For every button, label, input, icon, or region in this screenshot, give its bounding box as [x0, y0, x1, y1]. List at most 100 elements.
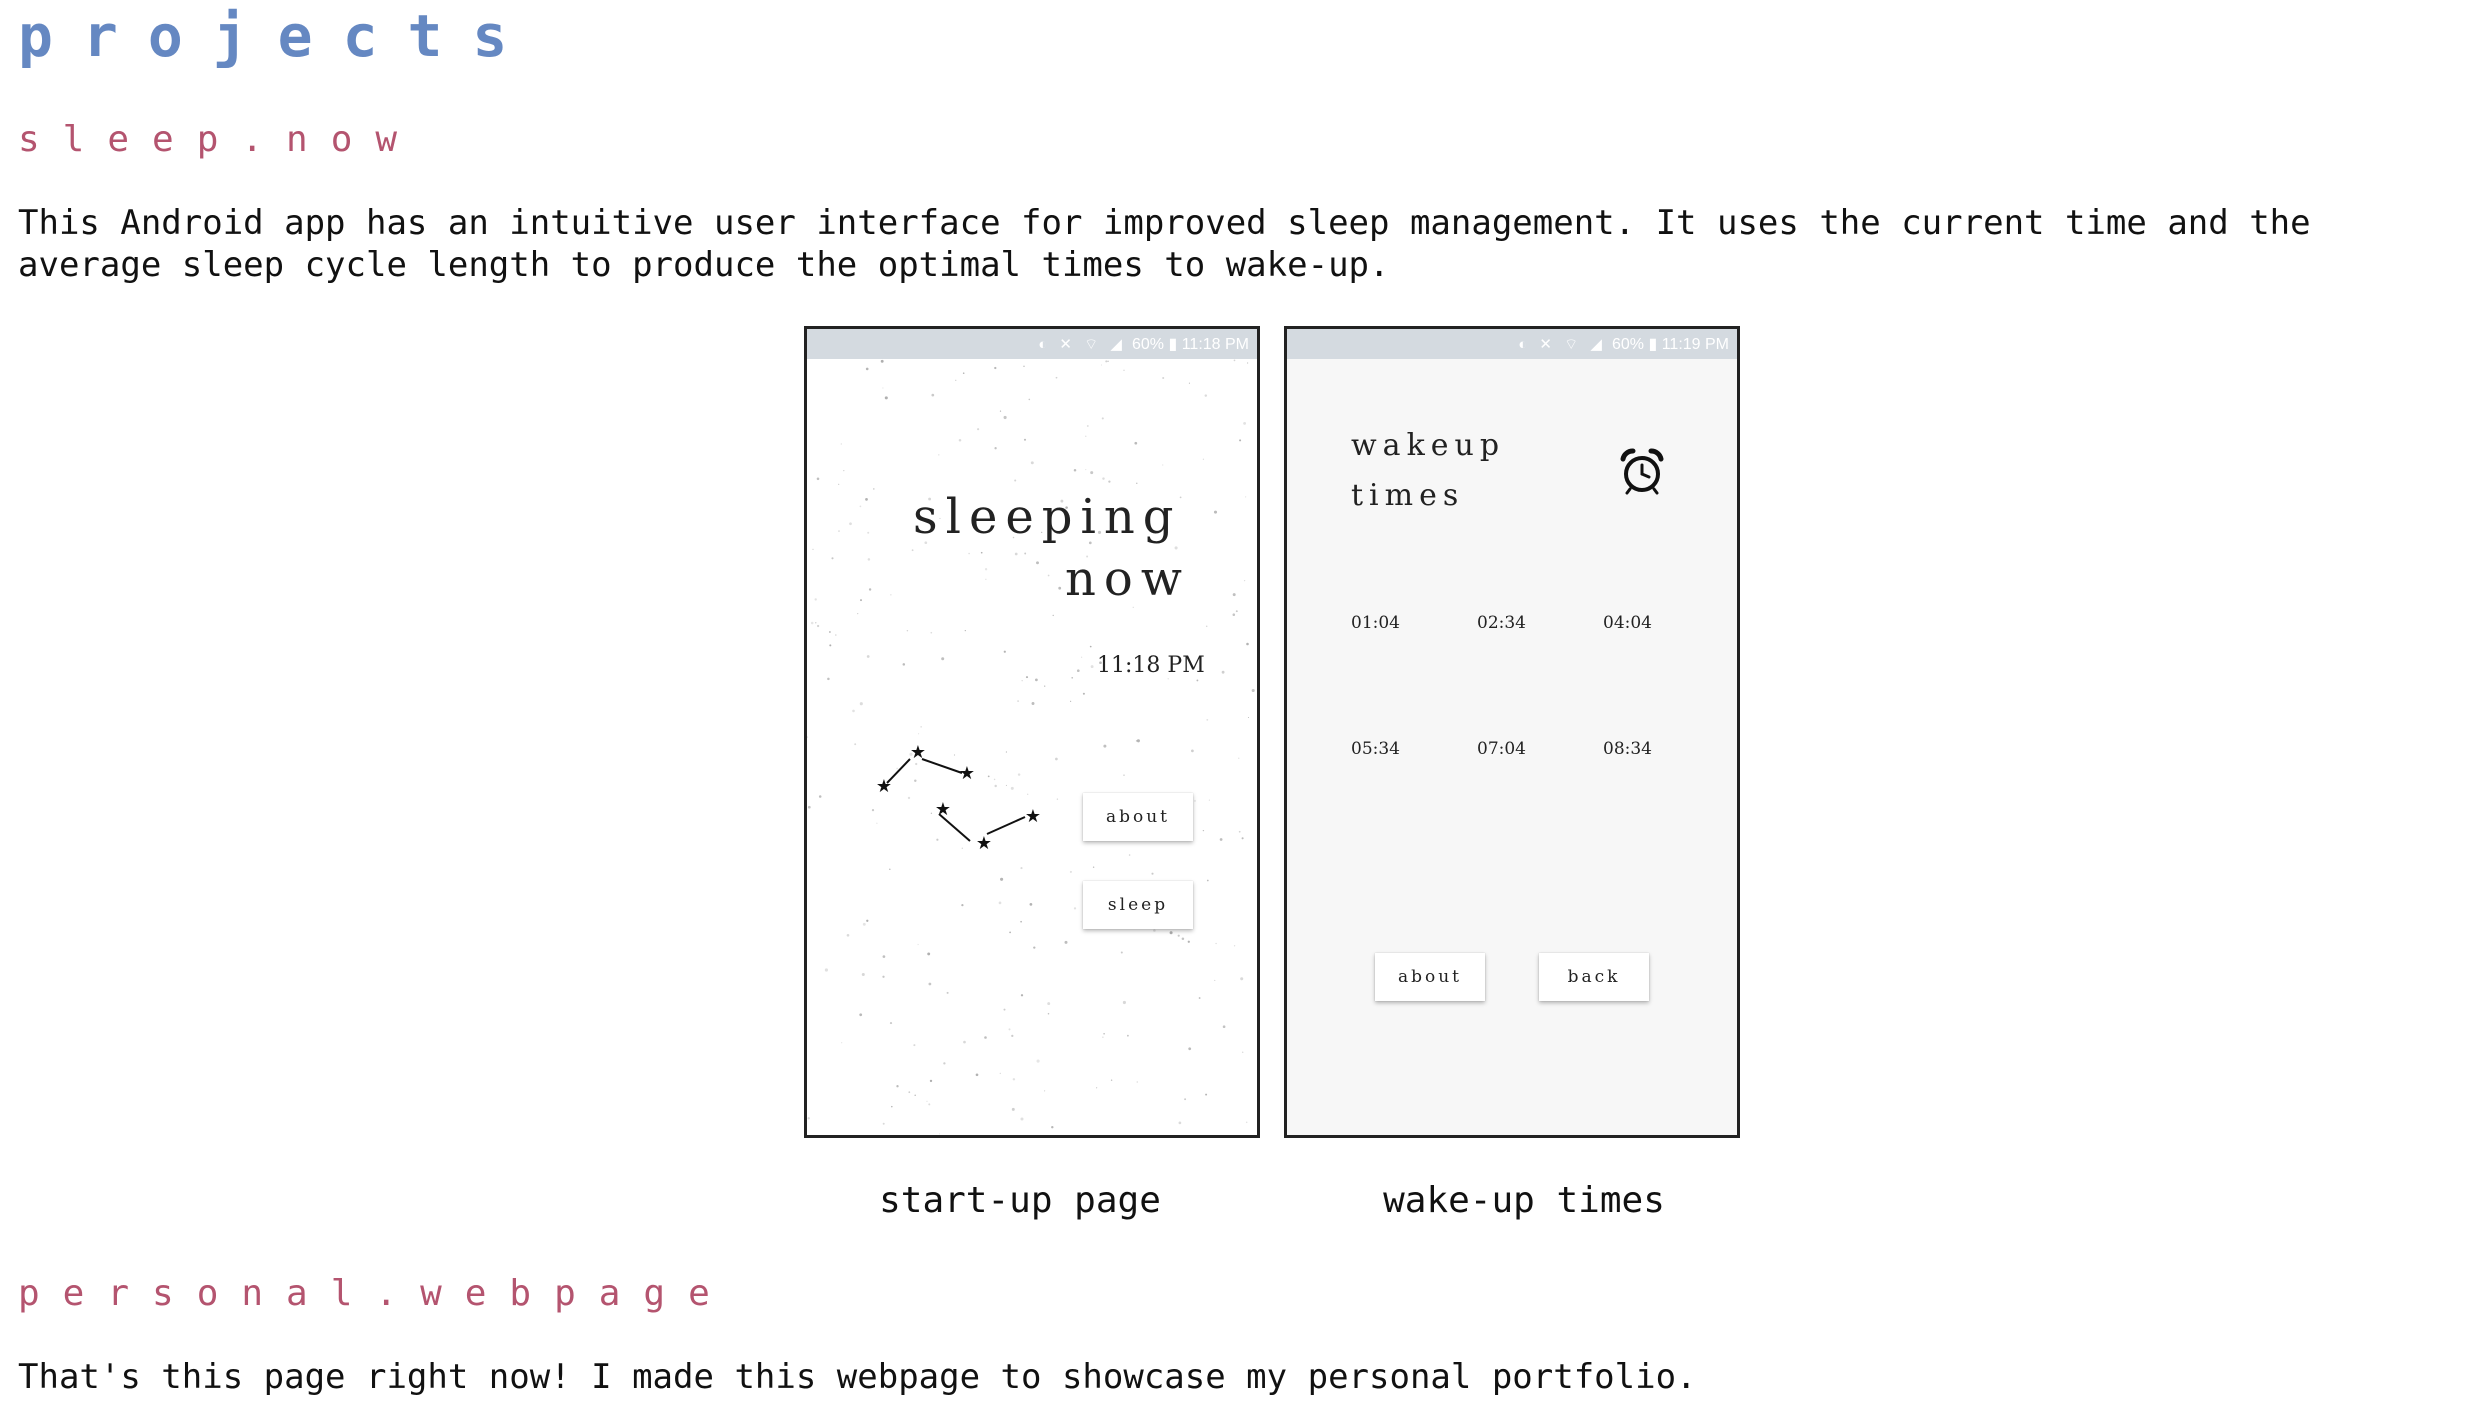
- speckle-dot: [975, 1073, 979, 1077]
- speckle-dot: [891, 1105, 893, 1108]
- speckle-dot: [831, 557, 834, 560]
- sleep-button[interactable]: sleep: [1083, 881, 1193, 929]
- speckle-dot: [984, 1036, 987, 1039]
- project-description-personal-webpage: That's this page right now! I made this …: [18, 1357, 1697, 1397]
- star-icon: ★: [976, 833, 992, 854]
- speckle-dot: [994, 366, 997, 370]
- speckle-dot: [1215, 942, 1217, 945]
- speckle-dot: [914, 1094, 916, 1096]
- speckle-dot: [1047, 1012, 1050, 1015]
- speckle-dot: [1245, 1121, 1248, 1124]
- speckle-dot: [1151, 872, 1154, 875]
- wake-time-5: 07:04: [1477, 739, 1526, 759]
- speckle-dot: [829, 644, 832, 647]
- speckle-dot: [1071, 676, 1074, 679]
- speckle-dot: [1052, 614, 1054, 617]
- speckle-dot: [1033, 946, 1036, 949]
- speckle-dot: [913, 1044, 916, 1047]
- project-title-personal-webpage: personal.webpage: [18, 1273, 733, 1314]
- current-time: 11:18 PM: [1097, 653, 1205, 678]
- speckle-dot: [868, 588, 872, 591]
- speckle-dot: [867, 531, 870, 534]
- speckle-dot: [861, 973, 865, 976]
- speckle-dot: [1244, 496, 1247, 498]
- speckle-dot: [1241, 837, 1244, 840]
- speckle-dot: [961, 903, 964, 907]
- speckle-dot: [993, 778, 996, 781]
- speckle-dot: [860, 599, 862, 602]
- speckle-background: ★ ★ ★ ★ ★ ★: [807, 359, 1255, 1135]
- speckle-dot: [815, 622, 817, 624]
- speckle-dot: [1219, 838, 1223, 841]
- speckle-dot: [1036, 561, 1039, 565]
- speckle-dot: [852, 709, 855, 713]
- speckle-dot: [1202, 829, 1205, 832]
- speckle-dot: [849, 522, 852, 526]
- speckle-dot: [928, 1103, 931, 1106]
- speckle-dot: [1010, 786, 1014, 790]
- speckle-dot: [1056, 798, 1059, 800]
- speckle-dot: [882, 975, 885, 978]
- about-button[interactable]: about: [1083, 793, 1193, 841]
- speckle-dot: [1035, 678, 1038, 682]
- speckle-dot: [1205, 625, 1208, 628]
- speckle-dot: [866, 655, 870, 658]
- speckle-dot: [941, 657, 945, 661]
- speckle-dot: [1047, 1002, 1051, 1006]
- speckle-dot: [1202, 458, 1205, 460]
- speckle-dot: [1025, 676, 1029, 679]
- speckle-dot: [1000, 877, 1004, 881]
- speckle-dot: [1136, 1081, 1138, 1083]
- wake-time-2: 02:34: [1477, 613, 1526, 633]
- speckle-dot: [1003, 1008, 1006, 1011]
- speckle-dot: [857, 612, 859, 615]
- speckle-dot: [1005, 751, 1007, 753]
- speckle-dot: [838, 483, 840, 485]
- speckle-dot: [824, 968, 828, 972]
- speckle-dot: [814, 598, 817, 601]
- speckle-dot: [1044, 685, 1046, 687]
- speckle-dot: [999, 410, 1002, 412]
- speckle-dot: [1073, 907, 1077, 910]
- wake-time-4: 05:34: [1351, 739, 1400, 759]
- speckle-dot: [859, 505, 862, 508]
- speckle-dot: [1233, 359, 1236, 362]
- speckle-dot: [1020, 994, 1024, 997]
- speckle-dot: [930, 631, 933, 634]
- speckle-dot: [902, 663, 906, 666]
- about-button[interactable]: about: [1375, 953, 1485, 1001]
- speckle-dot: [1023, 365, 1025, 367]
- speckle-dot: [936, 838, 939, 841]
- speckle-dot: [1232, 593, 1236, 597]
- speckle-dot: [1246, 642, 1249, 646]
- back-button[interactable]: back: [1539, 953, 1649, 1001]
- speckle-dot: [859, 702, 863, 706]
- speckle-dot: [1082, 692, 1085, 695]
- speckle-dot: [812, 548, 814, 551]
- speckle-dot: [1003, 415, 1007, 420]
- status-text: 60% ▮ 11:19 PM: [1611, 336, 1729, 353]
- speckle-dot: [859, 1013, 863, 1017]
- speckle-dot: [1103, 1033, 1105, 1035]
- speckle-dot: [963, 1040, 966, 1044]
- speckle-dot: [890, 594, 892, 596]
- speckle-dot: [1081, 656, 1083, 658]
- speckle-dot: [843, 469, 845, 472]
- speckle-dot: [1134, 441, 1138, 445]
- speckle-dot: [1153, 929, 1156, 932]
- speckle-dot: [1064, 940, 1068, 944]
- speckle-dot: [1213, 510, 1218, 514]
- speckle-dot: [1011, 1107, 1015, 1111]
- speckle-dot: [1020, 920, 1022, 923]
- speckle-dot: [1090, 665, 1094, 669]
- speckle-dot: [918, 733, 920, 735]
- speckle-dot: [867, 558, 871, 561]
- speckle-dot: [1073, 469, 1077, 472]
- speckle-dot: [1092, 866, 1095, 868]
- speckle-dot: [1178, 1121, 1182, 1125]
- star-icon: ★: [959, 763, 975, 784]
- speckle-dot: [964, 630, 966, 632]
- speckle-dot: [958, 439, 962, 442]
- speckle-dot: [1070, 700, 1072, 702]
- speckle-dot: [1233, 945, 1236, 947]
